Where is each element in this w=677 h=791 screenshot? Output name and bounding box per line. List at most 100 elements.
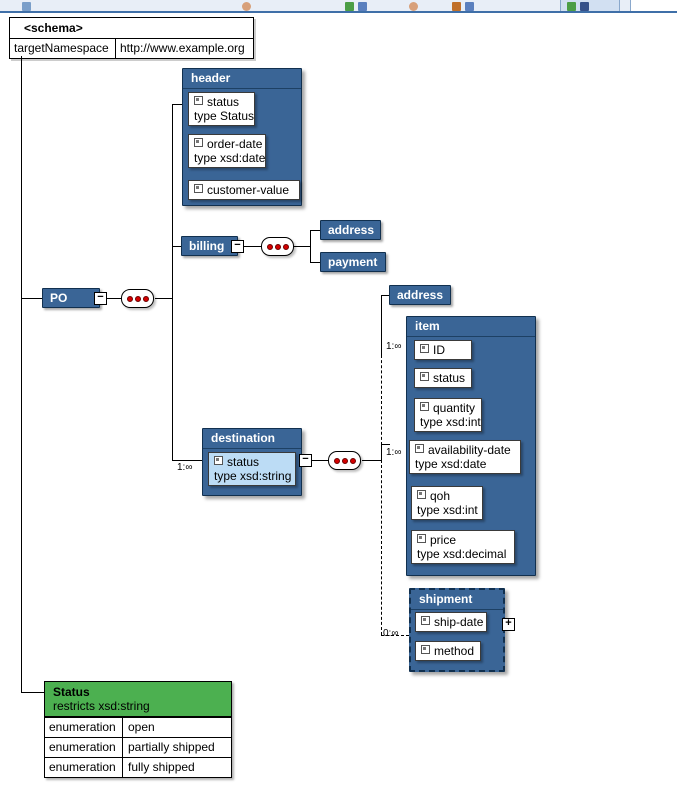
billing-children-bar [310, 230, 311, 263]
window-icon[interactable] [22, 2, 31, 11]
trunk-to-status-line [21, 692, 45, 693]
facet-kind: enumeration [45, 718, 123, 737]
header-type-title: header [183, 69, 301, 89]
schema-property-value: http://www.example.org [120, 41, 245, 55]
user-icon[interactable] [242, 2, 251, 11]
shipment-branch-dashed-bar [381, 460, 382, 635]
facet-row[interactable]: enumeration open [45, 717, 231, 737]
po-collapse-toggle[interactable]: − [94, 292, 107, 305]
cardinality-item-upper: 1:∞ [386, 341, 402, 352]
facet-row[interactable]: enumeration fully shipped [45, 757, 231, 777]
simple-type-header: Status restricts xsd:string [45, 682, 231, 717]
facet-row[interactable]: enumeration partially shipped [45, 737, 231, 757]
sequence-dot [134, 295, 141, 302]
billing-sequence-out-line [294, 246, 311, 247]
attribute-icon [421, 616, 430, 625]
element-po[interactable]: PO [42, 288, 100, 308]
address-element-stub-line [381, 295, 389, 296]
item-upper-dashed-line [381, 355, 382, 445]
editor-tab-inactive[interactable] [630, 0, 677, 11]
item-branch-bar [381, 444, 382, 461]
attribute-icon [420, 402, 429, 411]
item-field-price[interactable]: price type xsd:decimal [411, 530, 515, 564]
schema-property-row: targetNamespace http://www.example.org [10, 39, 253, 58]
schema-title: <schema> [10, 18, 253, 39]
sequence-dot [142, 295, 149, 302]
simple-type-status-box[interactable]: Status restricts xsd:string enumeration … [44, 681, 232, 778]
trunk-line [21, 56, 22, 692]
field-type: type xsd:date [194, 151, 266, 165]
header-field-customer-value[interactable]: customer-value [188, 180, 300, 200]
application-toolbar[interactable] [0, 0, 677, 13]
sequence-out-line [155, 298, 173, 299]
destination-type-title: destination [203, 429, 301, 449]
branch-to-header-line [172, 104, 182, 105]
attribute-icon [420, 344, 429, 353]
header-field-status[interactable]: status type Status [188, 92, 255, 126]
element-billing[interactable]: billing [181, 236, 238, 256]
destination-sequence-compositor[interactable] [328, 451, 361, 470]
branch-to-address-line [310, 230, 320, 231]
user-icon[interactable] [409, 2, 418, 11]
billing-to-sequence-line [243, 246, 261, 247]
sequence-dot [266, 243, 273, 250]
po-children-bar [172, 104, 173, 460]
shipment-field-ship-date[interactable]: ship-date [415, 612, 487, 632]
destination-collapse-toggle[interactable]: − [299, 454, 312, 467]
header-field-order-date[interactable]: order-date type xsd:date [188, 134, 266, 168]
destination-field-status[interactable]: status type xsd:string [208, 452, 296, 486]
sequence-dot [282, 243, 289, 250]
element-billing-address[interactable]: address [320, 220, 381, 240]
schema-box[interactable]: <schema> targetNamespace http://www.exam… [9, 17, 254, 59]
schema-property-key: targetNamespace [10, 39, 116, 58]
field-type: type xsd:int [420, 415, 481, 429]
sequence-dot [341, 457, 348, 464]
blue-icon[interactable] [358, 2, 367, 11]
shipment-field-method[interactable]: method [415, 641, 481, 661]
item-field-status[interactable]: status [414, 368, 472, 388]
field-name: status [194, 95, 248, 109]
attribute-icon [194, 96, 203, 105]
attribute-icon [417, 490, 426, 499]
field-type: type xsd:decimal [417, 547, 507, 561]
element-billing-payment[interactable]: payment [320, 252, 386, 272]
item-field-id[interactable]: ID [414, 340, 472, 360]
billing-collapse-toggle[interactable]: − [231, 240, 244, 253]
green-icon[interactable] [567, 2, 576, 11]
attribute-icon [420, 372, 429, 381]
field-name: qoh [417, 489, 476, 503]
chart-icon[interactable] [452, 2, 461, 11]
address-element-stub-vline [381, 295, 382, 355]
blue-icon[interactable] [465, 2, 474, 11]
billing-sequence-compositor[interactable] [261, 237, 294, 256]
simple-type-name: Status [53, 685, 90, 699]
item-field-availability-date[interactable]: availability-date type xsd:date [409, 440, 521, 474]
field-type: type xsd:int [417, 503, 478, 517]
item-field-quantity[interactable]: quantity type xsd:int [414, 398, 482, 432]
schema-to-trunk-line [21, 56, 22, 57]
facet-kind: enumeration [45, 738, 123, 757]
blue-icon[interactable] [580, 2, 589, 11]
branch-to-destination-line [172, 460, 202, 461]
branch-to-item-line [381, 444, 390, 445]
trunk-to-po-line [21, 298, 42, 299]
attribute-icon [194, 138, 203, 147]
green-icon[interactable] [345, 2, 354, 11]
po-sequence-compositor[interactable] [121, 289, 154, 308]
facet-kind: enumeration [45, 758, 123, 777]
sequence-dot [274, 243, 281, 250]
element-address[interactable]: address [389, 285, 451, 305]
shipment-expand-toggle[interactable]: + [502, 618, 515, 631]
field-name: availability-date [415, 443, 514, 457]
cardinality-item: 1:∞ [386, 447, 402, 458]
item-field-qoh[interactable]: qoh type xsd:int [411, 486, 483, 520]
cardinality-destination: 1:∞ [177, 462, 193, 473]
simple-type-restricts: restricts xsd:string [53, 699, 150, 713]
field-name: customer-value [194, 183, 293, 197]
sequence-dot [126, 295, 133, 302]
field-name: status [214, 455, 289, 469]
sequence-dot [333, 457, 340, 464]
destination-sequence-out-line [362, 460, 382, 461]
shipment-type-title: shipment [411, 590, 503, 610]
facet-value: open [128, 720, 155, 734]
